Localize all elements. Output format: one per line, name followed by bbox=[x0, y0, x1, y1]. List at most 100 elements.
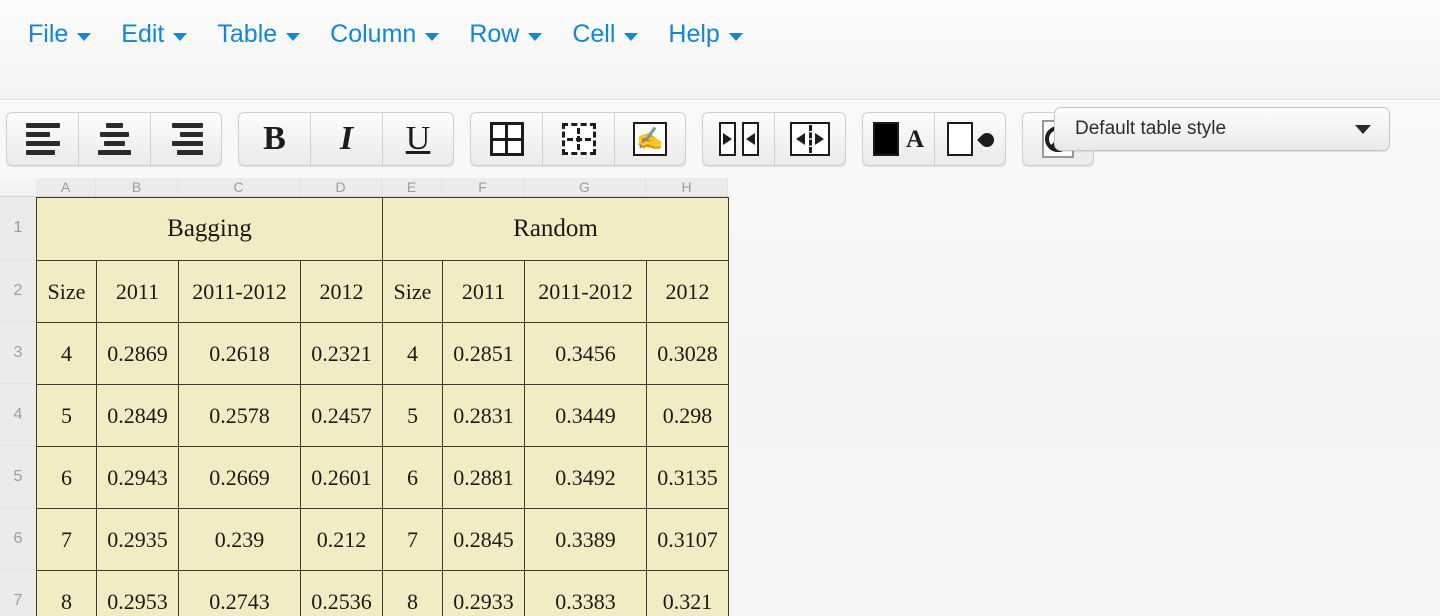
menu-item-edit[interactable]: Edit bbox=[107, 18, 203, 51]
row-header-7[interactable]: 7 bbox=[0, 570, 36, 616]
menu-item-cell[interactable]: Cell bbox=[558, 18, 654, 51]
underline-button[interactable]: U bbox=[382, 112, 454, 166]
fill-color-button[interactable] bbox=[934, 112, 1006, 166]
column-label-cell[interactable]: 2011 bbox=[96, 260, 179, 323]
column-label-cell[interactable]: 2012 bbox=[300, 260, 383, 323]
chevron-down-icon bbox=[286, 32, 301, 41]
data-cell[interactable]: 0.2831 bbox=[442, 384, 525, 447]
data-cell[interactable]: 4 bbox=[382, 322, 443, 385]
column-label-cell[interactable]: 2012 bbox=[646, 260, 729, 323]
menu-item-column[interactable]: Column bbox=[316, 18, 455, 51]
group-title-cell[interactable]: Random bbox=[382, 197, 729, 261]
column-label-cell[interactable]: 2011-2012 bbox=[178, 260, 301, 323]
column-label-cell[interactable]: Size bbox=[36, 260, 97, 323]
menu-item-row[interactable]: Row bbox=[455, 18, 558, 51]
row-header-6[interactable]: 6 bbox=[0, 508, 36, 570]
table-style-select[interactable]: Default table style bbox=[1054, 107, 1390, 151]
align-center-icon bbox=[98, 123, 132, 155]
bold-button[interactable]: B bbox=[238, 112, 310, 166]
data-cell[interactable]: 0.3389 bbox=[524, 508, 647, 571]
data-cell[interactable]: 0.2743 bbox=[178, 570, 301, 616]
menu-item-label: File bbox=[28, 20, 69, 48]
data-cell[interactable]: 0.2669 bbox=[178, 446, 301, 509]
split-cells-button[interactable] bbox=[774, 112, 846, 166]
dashed-borders-button[interactable] bbox=[542, 112, 614, 166]
menu-item-help[interactable]: Help bbox=[654, 18, 758, 51]
data-cell[interactable]: 0.212 bbox=[300, 508, 383, 571]
data-cell[interactable]: 0.3449 bbox=[524, 384, 647, 447]
data-cell[interactable]: 0.2849 bbox=[96, 384, 179, 447]
select-all-corner[interactable] bbox=[0, 178, 36, 196]
italic-icon: I bbox=[339, 120, 354, 157]
data-cell[interactable]: 0.2536 bbox=[300, 570, 383, 616]
align-center-button[interactable] bbox=[78, 112, 150, 166]
chevron-down-icon bbox=[77, 32, 92, 41]
row-header-1[interactable]: 1 bbox=[0, 197, 36, 260]
column-header-c[interactable]: C bbox=[178, 178, 300, 196]
data-cell[interactable]: 6 bbox=[36, 446, 97, 509]
table-editor-app: File Edit Table Column Row Cell Help B I… bbox=[0, 0, 1440, 616]
data-cell[interactable]: 0.298 bbox=[646, 384, 729, 447]
data-cell[interactable]: 0.2618 bbox=[178, 322, 301, 385]
column-label-cell[interactable]: 2011-2012 bbox=[524, 260, 647, 323]
italic-button[interactable]: I bbox=[310, 112, 382, 166]
data-cell[interactable]: 0.2869 bbox=[96, 322, 179, 385]
column-header-h[interactable]: H bbox=[646, 178, 728, 196]
chevron-down-icon bbox=[528, 32, 543, 41]
column-header-d[interactable]: D bbox=[300, 178, 382, 196]
data-cell[interactable]: 0.3028 bbox=[646, 322, 729, 385]
row-header-3[interactable]: 3 bbox=[0, 322, 36, 384]
align-right-button[interactable] bbox=[150, 112, 222, 166]
data-cell[interactable]: 7 bbox=[36, 508, 97, 571]
data-cell[interactable]: 0.2845 bbox=[442, 508, 525, 571]
data-cell[interactable]: 7 bbox=[382, 508, 443, 571]
text-color-button[interactable]: A bbox=[862, 112, 934, 166]
data-cell[interactable]: 0.2881 bbox=[442, 446, 525, 509]
column-label-cell[interactable]: 2011 bbox=[442, 260, 525, 323]
column-header-f[interactable]: F bbox=[442, 178, 524, 196]
data-cell[interactable]: 0.2935 bbox=[96, 508, 179, 571]
group-title-cell[interactable]: Bagging bbox=[36, 197, 383, 261]
row-header-4[interactable]: 4 bbox=[0, 384, 36, 446]
data-cell[interactable]: 0.2457 bbox=[300, 384, 383, 447]
column-label-cell[interactable]: Size bbox=[382, 260, 443, 323]
data-cell[interactable]: 4 bbox=[36, 322, 97, 385]
data-cell[interactable]: 8 bbox=[36, 570, 97, 616]
column-header-e[interactable]: E bbox=[382, 178, 442, 196]
column-header-b[interactable]: B bbox=[96, 178, 178, 196]
merge-split-button-group bbox=[702, 112, 846, 166]
align-left-button[interactable] bbox=[6, 112, 78, 166]
chevron-down-icon bbox=[728, 32, 743, 41]
merge-cells-button[interactable] bbox=[702, 112, 774, 166]
data-cell[interactable]: 0.2321 bbox=[300, 322, 383, 385]
data-cell[interactable]: 5 bbox=[382, 384, 443, 447]
all-borders-button[interactable] bbox=[470, 112, 542, 166]
data-cell[interactable]: 0.2851 bbox=[442, 322, 525, 385]
data-cell[interactable]: 0.321 bbox=[646, 570, 729, 616]
data-cell[interactable]: 0.2933 bbox=[442, 570, 525, 616]
table-row: 7 0.2935 0.239 0.212 7 0.2845 0.3389 0.3107 bbox=[36, 508, 729, 571]
menu-item-file[interactable]: File bbox=[14, 18, 107, 51]
row-header-5[interactable]: 5 bbox=[0, 446, 36, 508]
data-cell[interactable]: 0.2953 bbox=[96, 570, 179, 616]
data-cell[interactable]: 0.2601 bbox=[300, 446, 383, 509]
data-cell[interactable]: 0.2943 bbox=[96, 446, 179, 509]
bold-icon: B bbox=[263, 120, 286, 157]
data-cell[interactable]: 0.3135 bbox=[646, 446, 729, 509]
data-cell[interactable]: 6 bbox=[382, 446, 443, 509]
data-cell[interactable]: 8 bbox=[382, 570, 443, 616]
data-cell[interactable]: 5 bbox=[36, 384, 97, 447]
row-header-2[interactable]: 2 bbox=[0, 260, 36, 322]
column-header-a[interactable]: A bbox=[36, 178, 96, 196]
select-cells-button[interactable]: ✍ bbox=[614, 112, 686, 166]
data-cell[interactable]: 0.3383 bbox=[524, 570, 647, 616]
data-cell[interactable]: 0.3107 bbox=[646, 508, 729, 571]
column-header-g[interactable]: G bbox=[524, 178, 646, 196]
data-cell[interactable]: 0.2578 bbox=[178, 384, 301, 447]
spreadsheet: ABCDEFGH 1234567 Bagging Random Size 2011 20… bbox=[0, 178, 1440, 616]
data-cell[interactable]: 0.239 bbox=[178, 508, 301, 571]
data-cell[interactable]: 0.3456 bbox=[524, 322, 647, 385]
menu-item-table[interactable]: Table bbox=[203, 18, 316, 51]
data-cell[interactable]: 0.3492 bbox=[524, 446, 647, 509]
table-row: Bagging Random bbox=[36, 197, 729, 261]
